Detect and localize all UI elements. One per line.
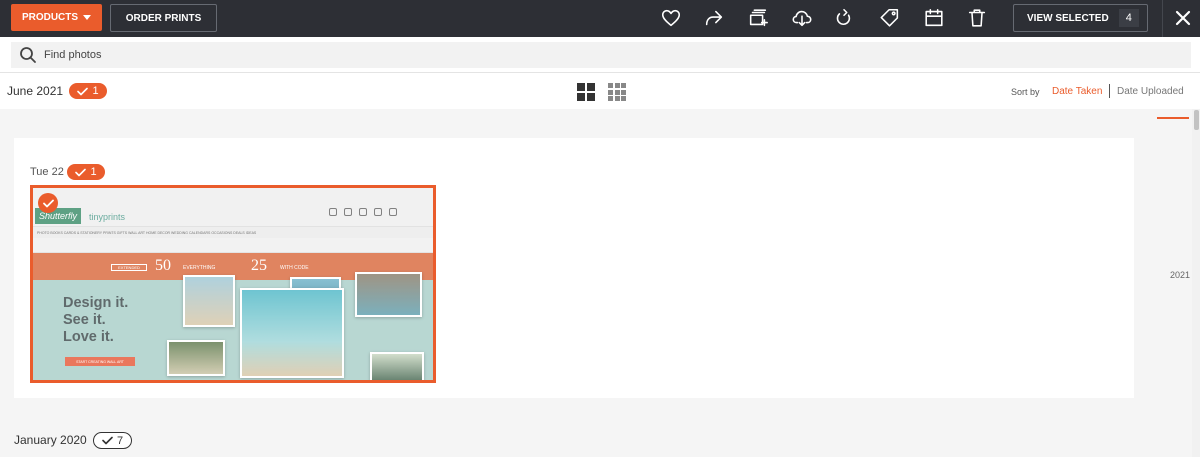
delete-icon[interactable]	[965, 6, 989, 30]
check-icon	[75, 168, 87, 176]
rotate-icon[interactable]	[832, 6, 856, 30]
view-selected-label: VIEW SELECTED	[1027, 12, 1109, 24]
month-selected-badge[interactable]: 1	[69, 83, 107, 99]
small-grid-view-icon[interactable]	[608, 83, 626, 101]
month-label: June 2021	[7, 84, 64, 98]
tag-icon[interactable]	[878, 6, 902, 30]
next-month-select-badge[interactable]: 7	[93, 432, 132, 449]
selected-count: 4	[1118, 9, 1139, 27]
order-prints-button[interactable]: ORDER PRINTS	[110, 4, 217, 32]
heart-icon[interactable]	[659, 6, 683, 30]
check-icon	[77, 87, 89, 95]
scrollbar-thumb[interactable]	[1194, 110, 1199, 130]
sort-date-uploaded[interactable]: Date Uploaded	[1117, 86, 1184, 97]
check-icon	[42, 199, 54, 207]
search-icon	[19, 46, 37, 64]
products-button-label: PRODUCTS	[21, 12, 79, 23]
sort-by-label: Sort by	[1011, 87, 1040, 97]
month-selected-count: 1	[92, 85, 99, 97]
search-box[interactable]	[11, 42, 1191, 68]
search-bar	[0, 37, 1200, 73]
photo-selected-check[interactable]	[38, 193, 58, 213]
gallery-subheader: June 2021 1 Sort by Date Taken Date Uplo…	[0, 73, 1200, 109]
caret-down-icon	[83, 15, 92, 20]
download-icon[interactable]	[790, 6, 814, 30]
photo-thumbnail[interactable]: Shutterfly tinyprints PHOTO BOOKS CARDS …	[30, 185, 436, 383]
check-icon	[102, 436, 113, 445]
scrollbar-track[interactable]	[1192, 109, 1200, 457]
top-toolbar: PRODUCTS ORDER PRINTS VIEW SELECTED 4	[0, 0, 1200, 37]
next-month-count: 7	[116, 434, 124, 447]
next-month-label: January 2020	[14, 433, 87, 447]
search-input[interactable]	[44, 46, 644, 64]
timeline-position-marker[interactable]	[1157, 117, 1189, 119]
day-group-card: Tue 22 1 Shutterfly tinyprints PHOTO BOO…	[14, 138, 1134, 398]
selection-tint	[33, 188, 433, 380]
view-selected-button[interactable]: VIEW SELECTED 4	[1013, 4, 1148, 32]
day-label: Tue 22	[30, 166, 64, 178]
large-grid-view-icon[interactable]	[577, 83, 595, 101]
sort-date-taken[interactable]: Date Taken	[1052, 86, 1102, 97]
add-to-album-icon[interactable]	[746, 6, 770, 30]
sort-separator	[1109, 84, 1110, 98]
day-selected-count: 1	[90, 166, 97, 178]
close-icon[interactable]	[1172, 7, 1194, 29]
products-button[interactable]: PRODUCTS	[11, 4, 102, 31]
calendar-icon[interactable]	[922, 6, 946, 30]
day-selected-badge[interactable]: 1	[67, 164, 105, 180]
timeline-year[interactable]: 2021	[1170, 270, 1190, 280]
toolbar-divider	[1162, 0, 1163, 37]
share-icon[interactable]	[702, 6, 726, 30]
